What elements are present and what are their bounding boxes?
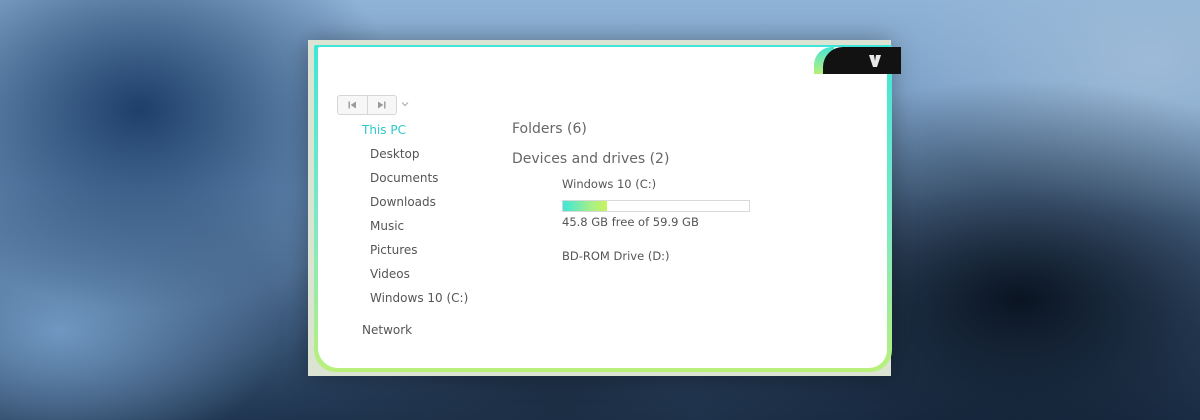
forward-button[interactable] bbox=[366, 96, 397, 114]
drive-d-name[interactable]: BD-ROM Drive (D:) bbox=[562, 249, 670, 263]
skip-back-icon bbox=[348, 101, 356, 109]
chevron-down-icon[interactable] bbox=[401, 100, 409, 108]
skip-forward-icon bbox=[378, 101, 386, 109]
sidebar-item-desktop[interactable]: Desktop bbox=[370, 147, 420, 161]
sidebar-item-documents[interactable]: Documents bbox=[370, 171, 438, 185]
window-content: This PC Desktop Documents Downloads Musi… bbox=[318, 47, 901, 368]
back-button[interactable] bbox=[338, 96, 367, 114]
sidebar-item-network[interactable]: Network bbox=[362, 323, 412, 337]
folders-section-header[interactable]: Folders (6) bbox=[512, 121, 587, 137]
sidebar-item-windows-c[interactable]: Windows 10 (C:) bbox=[370, 291, 468, 305]
sidebar-item-music[interactable]: Music bbox=[370, 219, 404, 233]
navigation-buttons bbox=[337, 95, 397, 115]
explorer-v-logo-icon[interactable] bbox=[868, 54, 882, 68]
drive-c-usage-bar bbox=[562, 200, 750, 212]
explorer-window: This PC Desktop Documents Downloads Musi… bbox=[308, 40, 901, 376]
drive-c-usage-fill bbox=[563, 201, 607, 211]
sidebar-item-this-pc[interactable]: This PC bbox=[362, 123, 406, 137]
sidebar-item-videos[interactable]: Videos bbox=[370, 267, 410, 281]
devices-section-header[interactable]: Devices and drives (2) bbox=[512, 151, 669, 167]
sidebar-item-downloads[interactable]: Downloads bbox=[370, 195, 436, 209]
sidebar-item-pictures[interactable]: Pictures bbox=[370, 243, 418, 257]
drive-c-name[interactable]: Windows 10 (C:) bbox=[562, 177, 656, 191]
drive-c-free-space: 45.8 GB free of 59.9 GB bbox=[562, 215, 699, 229]
title-tab bbox=[823, 47, 901, 74]
